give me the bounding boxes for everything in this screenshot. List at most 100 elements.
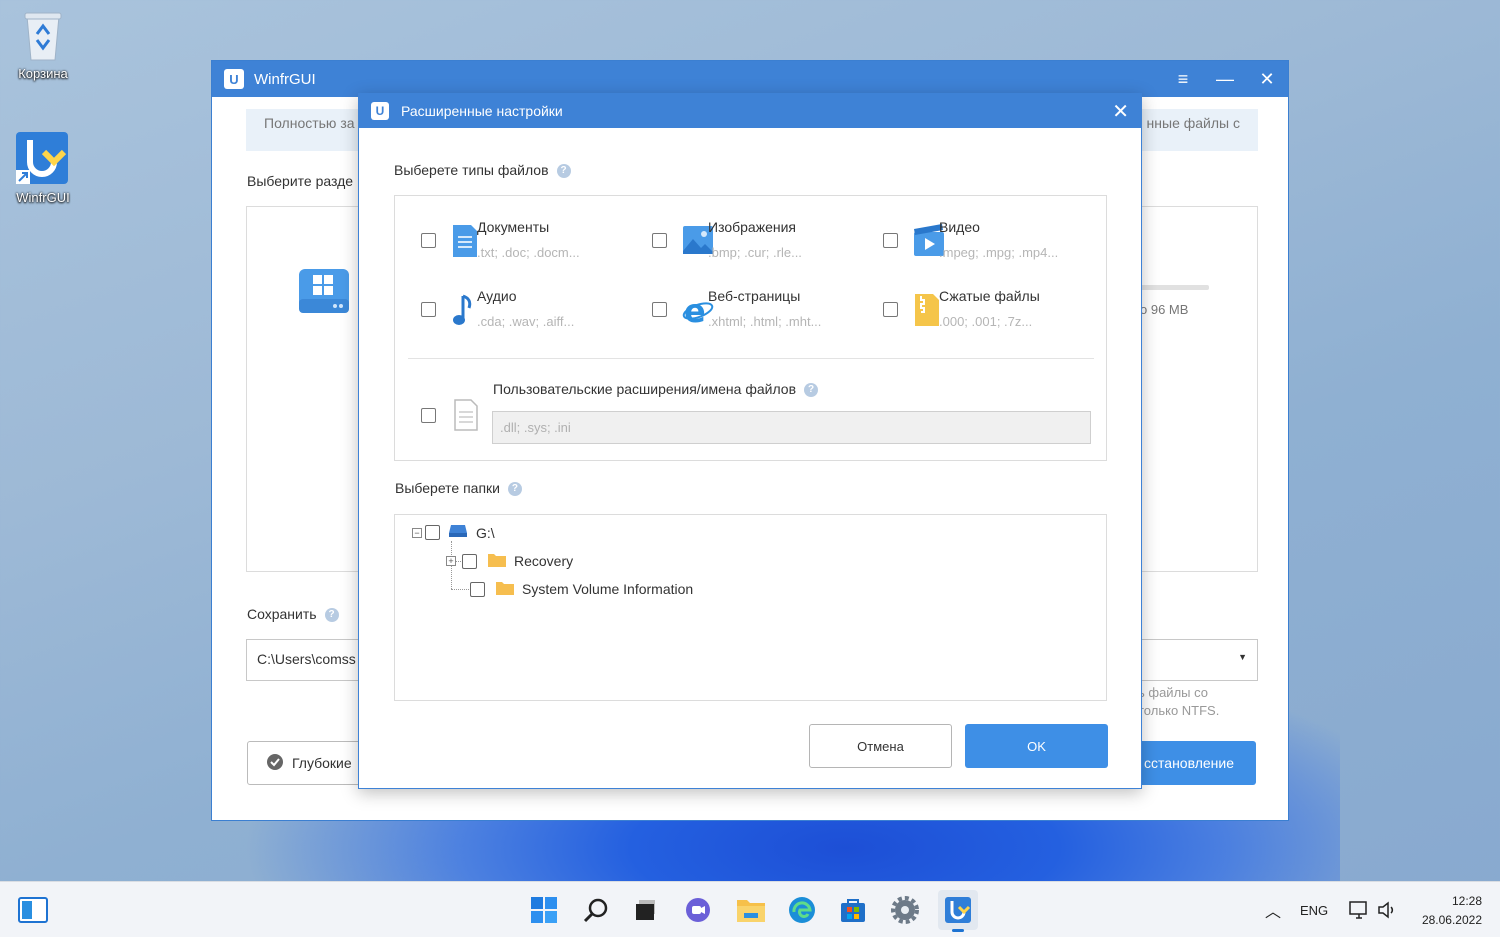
folder-icon <box>496 580 514 598</box>
language-label: ENG <box>1300 902 1329 918</box>
recovery-checkbox[interactable] <box>462 553 477 569</box>
window-controls: ≡ — ✕ <box>1162 61 1288 97</box>
folder-tree: − G:\ + Recovery System Volume Informati… <box>394 514 1107 701</box>
documents-label: Документы <box>477 219 550 235</box>
web-checkbox[interactable] <box>652 302 667 317</box>
file-type-documents[interactable]: Документы .txt; .doc; .docm... <box>421 219 641 269</box>
images-ext: .bmp; .cur; .rle... <box>708 245 802 260</box>
store-icon[interactable] <box>835 892 871 928</box>
video-checkbox[interactable] <box>883 233 898 248</box>
expand-icon[interactable]: + <box>446 556 456 566</box>
app-logo-icon: U <box>371 102 389 120</box>
chat-icon[interactable] <box>680 892 716 928</box>
drive-icon <box>448 524 468 541</box>
winfrgui-icon <box>14 130 72 186</box>
clock-date: 28.06.2022 <box>1421 913 1482 927</box>
recycle-bin-icon <box>21 10 65 62</box>
help-icon[interactable]: ? <box>324 608 339 623</box>
custom-file-icon <box>453 396 481 435</box>
main-title-bar: U WinfrGUI <box>212 61 1288 97</box>
audio-label: Аудио <box>477 288 517 304</box>
music-note-icon <box>451 292 479 326</box>
tree-item-root[interactable]: − G:\ <box>412 524 495 541</box>
save-label: Сохранить? <box>247 606 339 623</box>
clock-time: 12:28 <box>1451 894 1482 908</box>
dropdown-arrow-icon[interactable]: ▼ <box>1238 652 1247 662</box>
file-type-web[interactable]: e Веб-страницы .xhtml; .html; .mht... <box>652 288 872 338</box>
file-explorer-icon[interactable] <box>733 892 769 928</box>
edge-icon[interactable] <box>784 892 820 928</box>
tree-root-label: G:\ <box>476 524 495 541</box>
desktop-icon-label: WinfrGUI <box>16 190 70 205</box>
custom-extensions-checkbox[interactable] <box>421 408 436 423</box>
file-type-archives[interactable]: Сжатые файлы .000; .001; .7z... <box>883 288 1103 338</box>
show-hidden-icons[interactable]: ︿ <box>1265 882 1281 937</box>
desktop-icon-recycle-bin[interactable]: Корзина <box>3 10 83 81</box>
video-label: Видео <box>939 219 980 235</box>
desktop-icon-label: Корзина <box>18 66 68 81</box>
language-indicator[interactable]: ENG <box>1300 882 1328 937</box>
cancel-button-label: Отмена <box>857 738 904 754</box>
collapse-icon[interactable]: − <box>412 527 422 538</box>
file-types-heading: Выберете типы файлов? <box>394 162 571 179</box>
audio-checkbox[interactable] <box>421 302 436 317</box>
save-path-text: C:\Users\comss <box>257 651 356 667</box>
help-icon[interactable]: ? <box>556 164 571 179</box>
close-icon[interactable]: ✕ <box>1246 61 1288 97</box>
folders-label: Выберете папки <box>395 480 500 496</box>
select-partition-label: Выберите разде <box>247 173 354 189</box>
widgets-icon[interactable] <box>15 892 51 928</box>
menu-icon[interactable]: ≡ <box>1162 61 1204 97</box>
file-type-audio[interactable]: Аудио .cda; .wav; .aiff... <box>421 288 641 338</box>
tree-item-system-volume-information[interactable]: System Volume Information <box>470 580 693 598</box>
system-volume-label: System Volume Information <box>522 581 694 597</box>
clock[interactable]: 12:28 28.06.2022 <box>1422 892 1482 930</box>
ok-button[interactable]: OK <box>965 724 1108 768</box>
winfrgui-taskbar-icon[interactable] <box>938 890 978 932</box>
desktop-icon-winfrgui[interactable]: WinfrGUI <box>3 130 83 205</box>
images-checkbox[interactable] <box>652 233 667 248</box>
file-type-video[interactable]: Видео .mpeg; .mpg; .mp4... <box>883 219 1103 269</box>
divider <box>408 358 1094 359</box>
folder-icon <box>488 552 506 570</box>
save-note-line2: только NTFS. <box>1138 703 1220 718</box>
documents-checkbox[interactable] <box>421 233 436 248</box>
banner-right-text: нные файлы с <box>1146 115 1240 131</box>
cancel-button[interactable]: Отмена <box>809 724 952 768</box>
chevron-up-icon[interactable]: ︿ <box>1265 898 1281 922</box>
file-type-images[interactable]: Изображения .bmp; .cur; .rle... <box>652 219 872 269</box>
task-view-icon[interactable] <box>628 892 664 928</box>
images-label: Изображения <box>708 219 796 235</box>
tree-item-recovery[interactable]: + Recovery <box>446 552 573 570</box>
system-volume-checkbox[interactable] <box>470 581 485 597</box>
check-circle-icon <box>266 753 284 774</box>
audio-ext: .cda; .wav; .aiff... <box>477 314 575 329</box>
banner-left-text: Полностью за <box>264 115 355 131</box>
minimize-icon[interactable]: — <box>1204 61 1246 97</box>
start-icon[interactable] <box>526 892 562 928</box>
dialog-close-icon[interactable]: ✕ <box>1112 99 1129 124</box>
app-logo-icon: U <box>224 69 244 89</box>
archive-icon <box>913 292 941 326</box>
custom-extensions-label: Пользовательские расширения/имена файлов <box>493 381 797 397</box>
archives-checkbox[interactable] <box>883 302 898 317</box>
partition-size-text: о 96 MB <box>1140 302 1189 317</box>
volume-icon[interactable] <box>1377 882 1397 937</box>
custom-extensions-heading: Пользовательские расширения/имена файлов… <box>493 381 819 398</box>
video-ext: .mpeg; .mpg; .mp4... <box>939 245 1059 260</box>
deep-scan-label: Глубокие <box>292 755 352 771</box>
taskbar: ︿ ENG 12:28 28.06.2022 <box>0 881 1500 937</box>
archives-ext: .000; .001; .7z... <box>939 314 1033 329</box>
documents-ext: .txt; .doc; .docm... <box>477 245 580 260</box>
search-icon[interactable] <box>578 892 614 928</box>
help-icon[interactable]: ? <box>804 383 819 398</box>
web-page-icon: e <box>682 292 714 330</box>
network-icon[interactable] <box>1348 882 1370 937</box>
drive-icon[interactable] <box>297 265 351 320</box>
help-icon[interactable]: ? <box>507 482 522 497</box>
save-note-line1: ь файлы со <box>1138 685 1208 700</box>
tree-root-checkbox[interactable] <box>425 525 440 540</box>
settings-icon[interactable] <box>887 892 923 928</box>
main-window-title: WinfrGUI <box>254 70 316 88</box>
custom-extensions-input[interactable]: .dll; .sys; .ini <box>492 411 1091 444</box>
